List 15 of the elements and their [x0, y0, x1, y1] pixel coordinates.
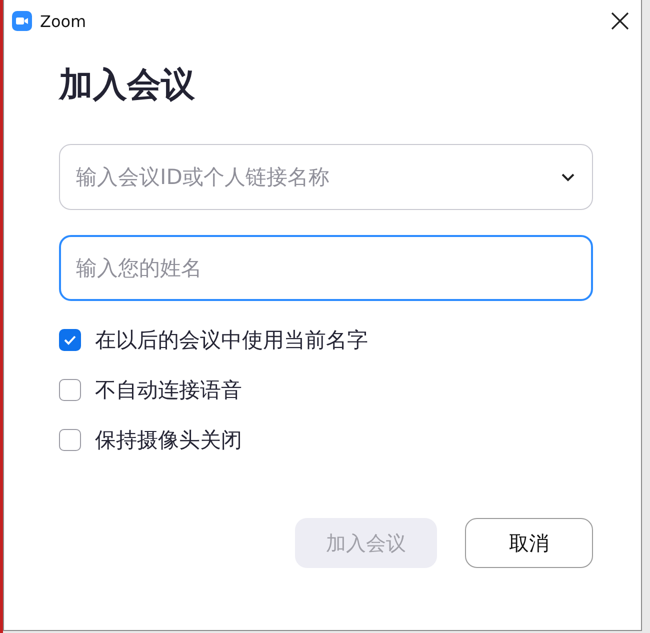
option-label: 不自动连接语音	[95, 377, 242, 404]
checkmark-icon	[63, 334, 77, 346]
close-icon[interactable]	[611, 12, 629, 30]
checkbox[interactable]	[59, 329, 81, 351]
meeting-id-dropdown[interactable]: 输入会议ID或个人链接名称	[59, 144, 593, 210]
window-title: Zoom	[40, 12, 88, 30]
option-label: 在以后的会议中使用当前名字	[95, 327, 368, 354]
chevron-down-icon[interactable]	[561, 173, 575, 182]
dialog-heading: 加入会议	[59, 64, 196, 107]
checkbox[interactable]	[59, 379, 81, 401]
option-label: 保持摄像头关闭	[95, 427, 242, 454]
video-camera-icon	[12, 11, 32, 31]
checkbox[interactable]	[59, 429, 81, 451]
cancel-button[interactable]: 取消	[465, 518, 593, 568]
name-field[interactable]: 输入您的姓名	[59, 235, 593, 301]
